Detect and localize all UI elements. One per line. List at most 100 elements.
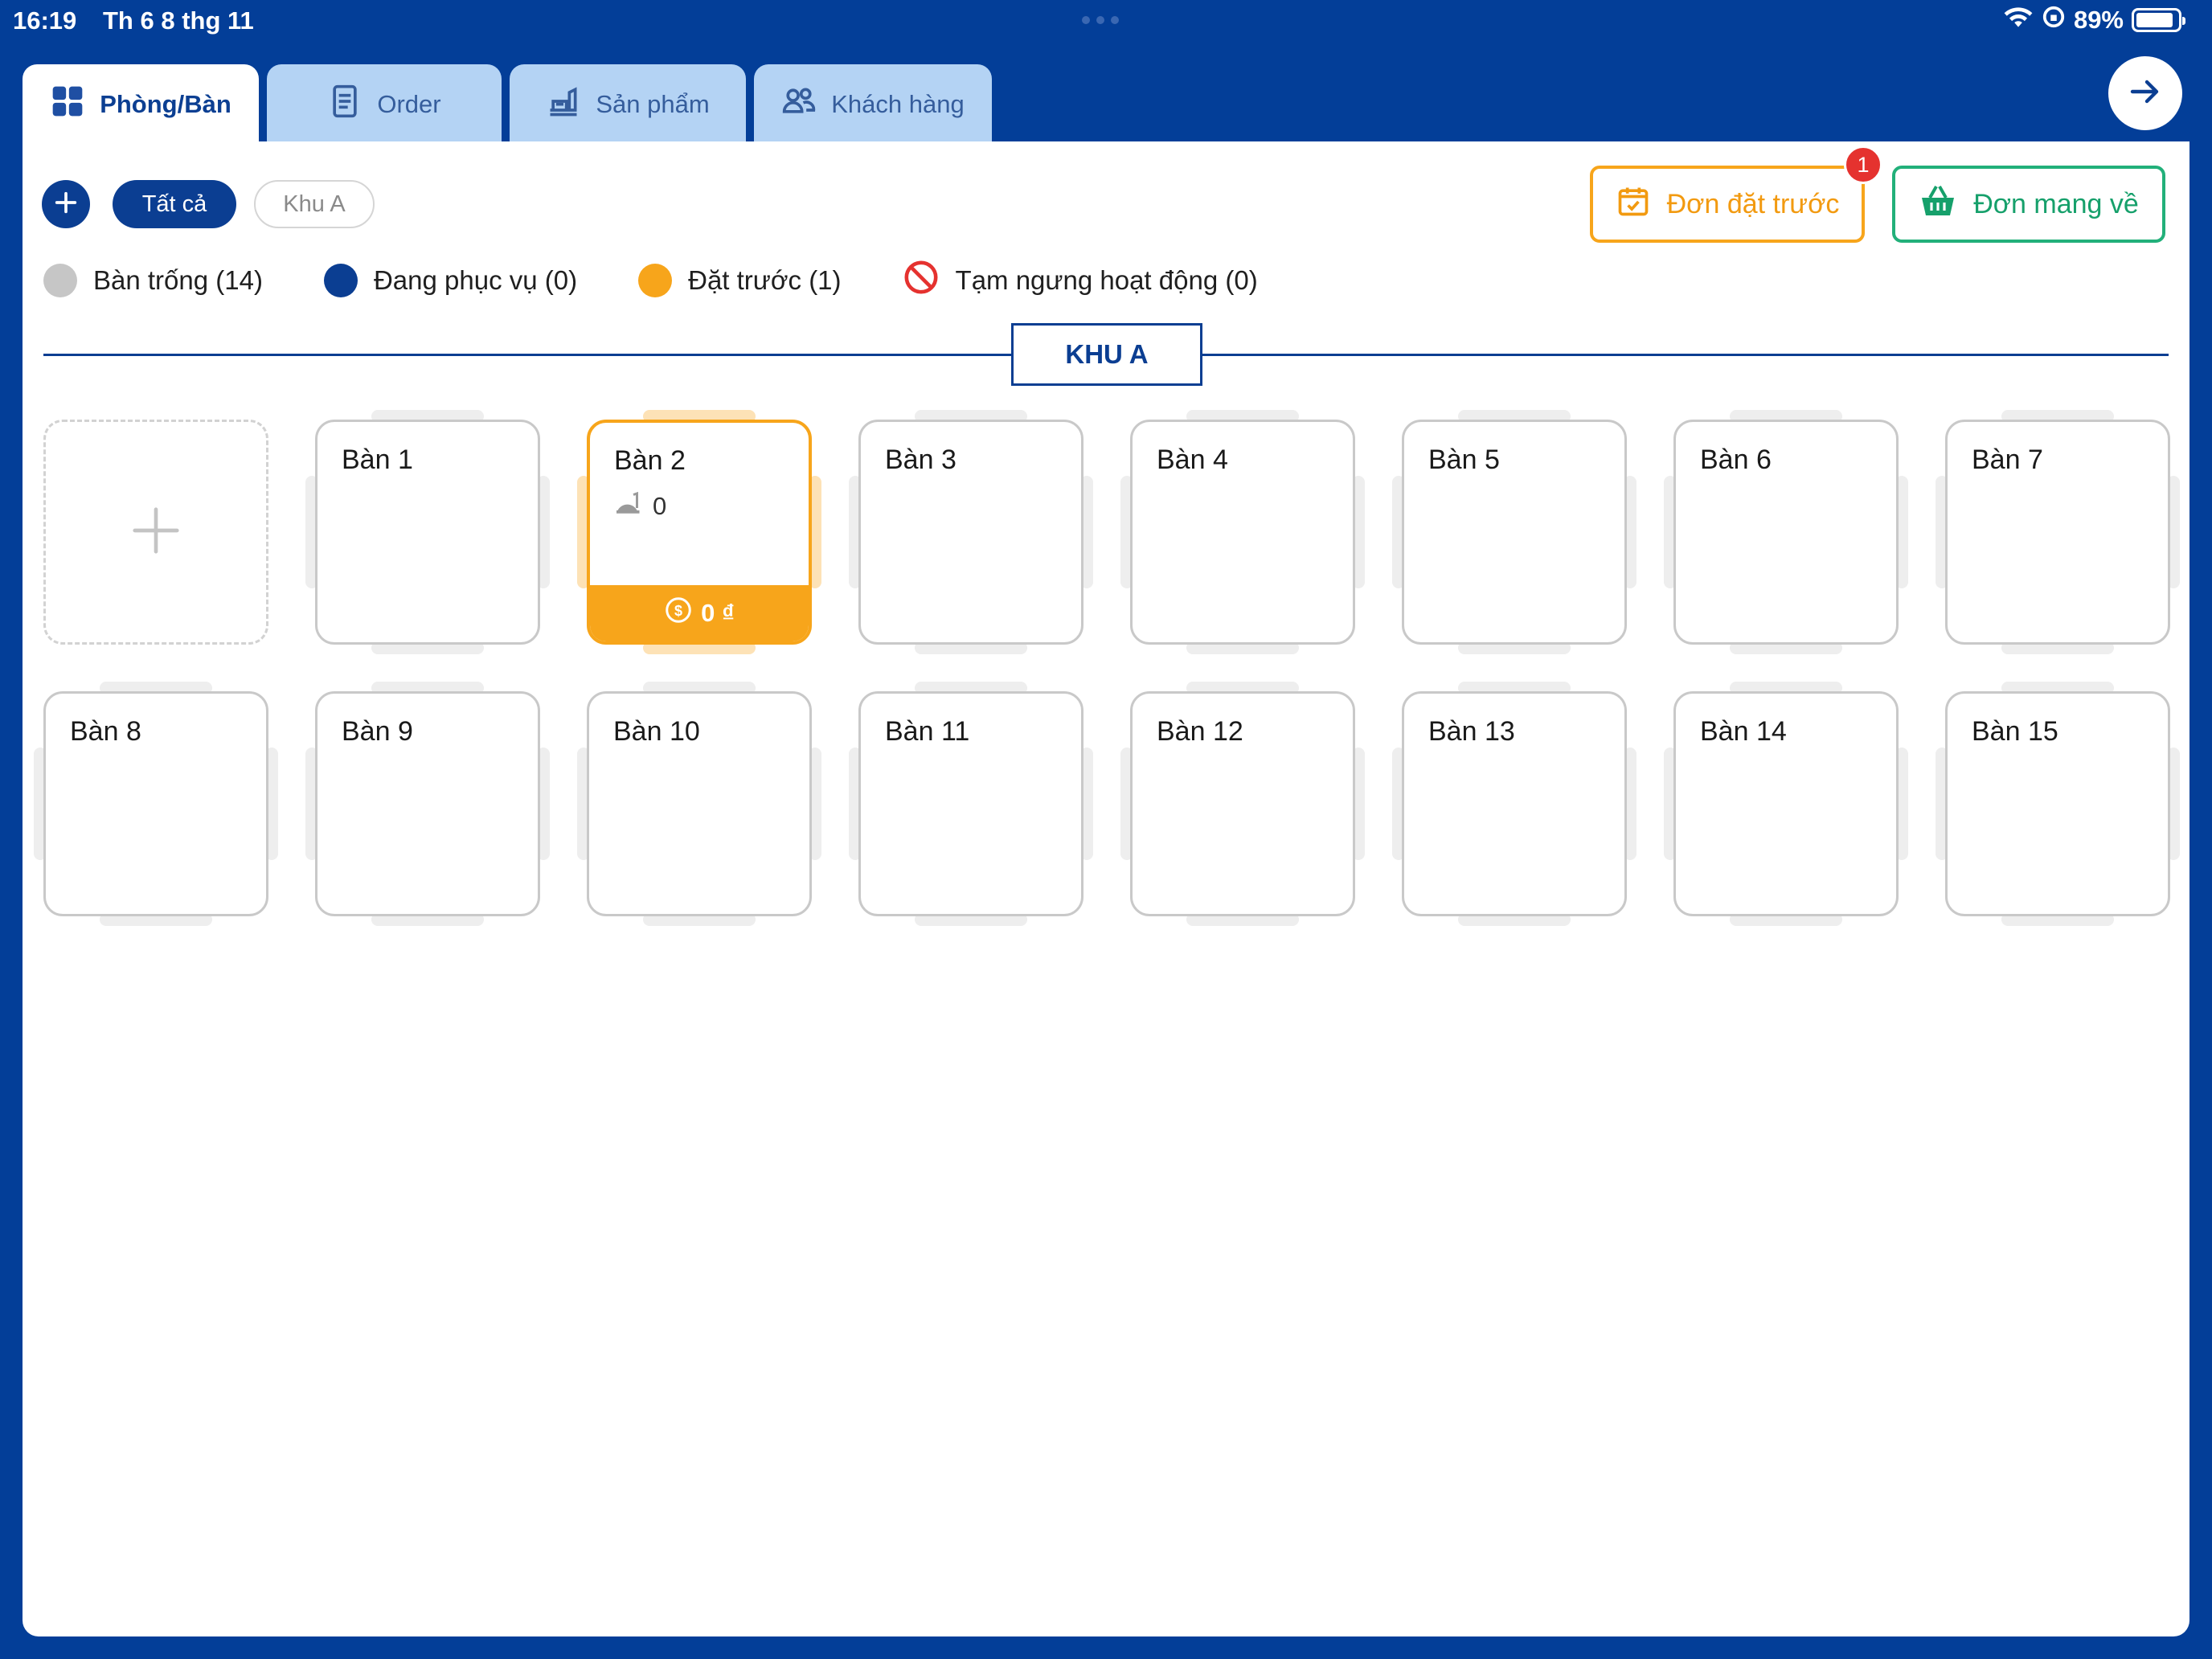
svg-text:$: $ — [674, 603, 682, 619]
grid-icon — [50, 84, 85, 125]
table-card[interactable]: Bàn 12 — [1120, 682, 1365, 926]
table-card[interactable]: Bàn 4 — [1120, 410, 1365, 654]
filter-all-chip[interactable]: Tất cả — [113, 180, 236, 228]
status-date: Th 6 8 thg 11 — [103, 6, 254, 35]
legend-dot — [43, 264, 77, 297]
table-name: Bàn 9 — [342, 716, 413, 747]
status-legend: Bàn trống (14) Đang phục vụ (0) Đặt trướ… — [43, 259, 1319, 302]
table-box: Bàn 1 — [315, 420, 540, 645]
arrow-right-icon — [2126, 72, 2165, 115]
table-box: Bàn 6 — [1673, 420, 1899, 645]
table-box: Bàn 7 — [1945, 420, 2170, 645]
table-name: Bàn 4 — [1157, 444, 1228, 475]
table-card[interactable]: Bàn 11 — [849, 682, 1093, 926]
tab-label: Sản phẩm — [596, 90, 710, 118]
legend-label: Bàn trống (14) — [93, 265, 263, 295]
table-card[interactable]: Bàn 10 — [577, 682, 821, 926]
battery-icon — [2132, 8, 2185, 32]
filter-area-chip[interactable]: Khu A — [254, 180, 375, 228]
table-name: Bàn 5 — [1428, 444, 1500, 475]
preorder-label: Đơn đặt trước — [1666, 188, 1840, 219]
table-name: Bàn 7 — [1972, 444, 2043, 475]
table-card[interactable]: Bàn 15 — [1936, 682, 2180, 926]
legend-label: Tạm ngưng hoạt động (0) — [955, 265, 1258, 295]
takeaway-label: Đơn mang về — [1973, 188, 2139, 219]
table-name: Bàn 11 — [885, 716, 970, 747]
table-card[interactable]: Bàn 7 — [1936, 410, 2180, 654]
battery-percent: 89% — [2073, 6, 2124, 34]
rotation-lock-icon — [2042, 5, 2066, 35]
basket-icon — [1919, 183, 1957, 226]
tab-label: Order — [377, 90, 441, 118]
table-name: Bàn 15 — [1972, 716, 2058, 747]
tab-label: Phòng/Bàn — [100, 90, 231, 118]
plus-icon — [128, 502, 184, 563]
preorder-button[interactable]: Đơn đặt trước — [1590, 166, 1865, 243]
table-card[interactable]: Bàn 3 — [849, 410, 1093, 654]
food-tray-icon — [614, 490, 643, 522]
table-card[interactable]: Bàn 13 — [1392, 682, 1636, 926]
tab-label: Khách hàng — [831, 90, 965, 118]
status-right: 89% — [2003, 5, 2185, 35]
table-card[interactable]: Bàn 6 — [1664, 410, 1908, 654]
multitask-dots[interactable] — [1082, 16, 1119, 24]
table-box: Bàn 10 — [587, 691, 812, 916]
table-name: Bàn 6 — [1700, 444, 1772, 475]
legend-label: Đặt trước (1) — [688, 265, 842, 295]
table-name: Bàn 12 — [1157, 716, 1243, 747]
status-bar: 16:19 Th 6 8 thg 11 89% — [0, 0, 2212, 45]
table-box: Bàn 11 — [858, 691, 1083, 916]
table-card[interactable]: Bàn 1 — [305, 410, 550, 654]
table-box: Bàn 13 — [1402, 691, 1627, 916]
tab-order[interactable]: Order — [267, 64, 502, 145]
table-box: Bàn 2 0 $0 ₫ — [587, 420, 812, 645]
add-area-button[interactable] — [42, 180, 90, 228]
takeaway-button[interactable]: Đơn mang về — [1892, 166, 2165, 243]
coin-icon: $ — [664, 596, 693, 631]
table-card[interactable]: Bàn 5 — [1392, 410, 1636, 654]
table-name: Bàn 13 — [1428, 716, 1515, 747]
legend-suspended: Tạm ngưng hoạt động (0) — [903, 259, 1258, 302]
status-time: 16:19 — [13, 6, 77, 35]
legend-label: Đang phục vụ (0) — [373, 265, 578, 295]
section-title: KHU A — [1011, 323, 1202, 386]
table-card[interactable]: Bàn 14 — [1664, 682, 1908, 926]
table-box: Bàn 3 — [858, 420, 1083, 645]
legend-empty: Bàn trống (14) — [43, 264, 263, 297]
legend-reserved: Đặt trước (1) — [638, 264, 842, 297]
table-box: Bàn 8 — [43, 691, 268, 916]
document-icon — [327, 84, 363, 125]
legend-dot — [638, 264, 673, 297]
tab-phong-ban[interactable]: Phòng/Bàn — [23, 64, 259, 145]
table-name: Bàn 2 — [614, 445, 686, 476]
table-name: Bàn 10 — [613, 716, 700, 747]
preorder-count-badge: 1 — [1844, 145, 1882, 184]
tab-khach-hang[interactable]: Khách hàng — [754, 64, 992, 145]
wifi-icon — [2003, 5, 2034, 35]
food-tray-icon — [546, 84, 581, 125]
table-guests: 0 — [614, 490, 666, 522]
table-box: Bàn 15 — [1945, 691, 2170, 916]
calendar-check-icon — [1616, 183, 1651, 226]
table-box: Bàn 9 — [315, 691, 540, 916]
main-panel: Tất cả Khu A Đơn đặt trước 1 Đơn mang về… — [23, 141, 2189, 1636]
table-box: Bàn 5 — [1402, 420, 1627, 645]
tab-san-pham[interactable]: Sản phẩm — [510, 64, 746, 145]
table-box: Bàn 12 — [1130, 691, 1355, 916]
table-name: Bàn 3 — [885, 444, 956, 475]
table-box: Bàn 14 — [1673, 691, 1899, 916]
guest-count: 0 — [653, 492, 667, 520]
table-card[interactable]: Bàn 2 0 $0 ₫ — [577, 410, 821, 654]
no-entry-icon — [903, 259, 940, 302]
table-name: Bàn 1 — [342, 444, 413, 475]
plus-icon — [52, 189, 80, 220]
table-card[interactable]: Bàn 9 — [305, 682, 550, 926]
table-card[interactable]: Bàn 8 — [34, 682, 278, 926]
table-total-amount: 0 ₫ — [701, 599, 735, 627]
add-table-button[interactable] — [43, 420, 268, 645]
next-button[interactable] — [2108, 56, 2182, 130]
legend-dot — [323, 264, 358, 297]
table-total: $0 ₫ — [590, 585, 809, 641]
table-name: Bàn 8 — [70, 716, 141, 747]
users-icon — [781, 84, 817, 125]
